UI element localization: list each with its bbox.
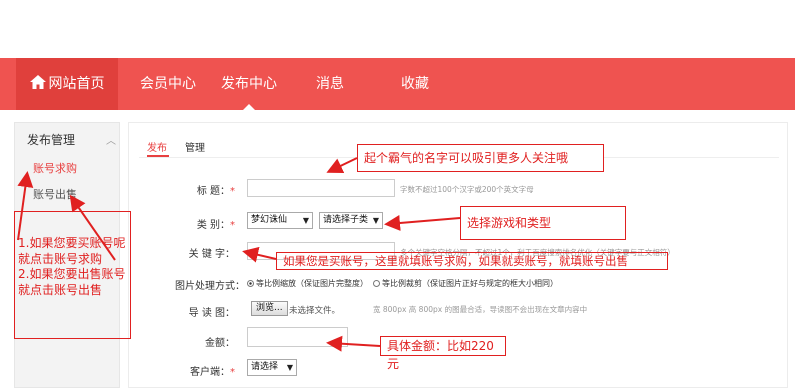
subcategory-select-value: 请选择子类 <box>323 215 369 225</box>
nav-member-center-label: 会员中心 <box>140 76 196 92</box>
client-select[interactable]: 请选择 ▼ <box>247 359 297 376</box>
nav-publish-center[interactable]: 发布中心 <box>214 58 284 110</box>
radio-scale[interactable]: 等比例缩放（保证图片完整度） <box>247 278 368 289</box>
radio-checked-icon <box>247 280 254 287</box>
guide-image-hint: 宽 800px 高 800px 的图最合适，导读图不会出现在文章内容中 <box>373 305 588 314</box>
no-file-text: 未选择文件。 <box>289 306 341 316</box>
sidebar-item-sell-account[interactable]: 账号出售 <box>33 186 77 202</box>
dropdown-arrow-icon: ▼ <box>302 216 309 225</box>
category-select[interactable]: 梦幻诛仙 ▼ <box>247 212 313 229</box>
required-mark: * <box>230 367 235 378</box>
home-icon <box>29 75 46 89</box>
tab-manage[interactable]: 管理 <box>185 139 205 154</box>
category-note: 选择游戏和类型 <box>460 206 626 240</box>
chevron-up-icon[interactable]: ︿ <box>106 132 116 147</box>
keyword-label: 关 键 字： <box>188 249 235 260</box>
nav-messages[interactable]: 消息 <box>305 58 355 110</box>
radio-scale-label: 等比例缩放（保证图片完整度） <box>256 279 368 288</box>
radio-crop-label: 等比例裁剪（保证图片正好与规定的框大小相同） <box>382 279 558 288</box>
amount-note: 具体金额：比如220元 <box>380 336 506 371</box>
dropdown-arrow-icon: ▼ <box>286 363 293 372</box>
sidebar-item-buy-account[interactable]: 账号求购 <box>33 160 77 176</box>
keyword-note: 如果您是买账号，这里就填账号求购，如果就卖账号，就填账号出售 <box>276 252 668 270</box>
nav-messages-label: 消息 <box>316 76 344 92</box>
radio-crop[interactable]: 等比例裁剪（保证图片正好与规定的框大小相同） <box>373 278 558 289</box>
amount-input[interactable] <box>247 327 348 347</box>
title-hint: 字数不超过100个汉字或200个英文字母 <box>400 185 534 194</box>
image-mode-label: 图片处理方式： <box>175 281 245 292</box>
title-note: 起个霸气的名字可以吸引更多人关注哦 <box>357 144 604 172</box>
category-select-value: 梦幻诛仙 <box>251 215 288 225</box>
dropdown-arrow-icon: ▼ <box>372 216 379 225</box>
sidebar-note: 1.如果您要买账号呢就点击账号求购 2.如果您要出售账号就点击账号出售 <box>18 236 126 297</box>
radio-unchecked-icon <box>373 280 380 287</box>
nav-home-label: 网站首页 <box>48 76 105 92</box>
title-label: 标 题：* <box>165 182 235 197</box>
title-label-text: 标 题： <box>196 186 230 197</box>
top-nav-bar: 网站首页 会员中心 发布中心 消息 收藏 <box>0 58 795 110</box>
title-input[interactable] <box>247 179 395 197</box>
nav-favorites-label: 收藏 <box>401 76 429 92</box>
nav-member-center[interactable]: 会员中心 <box>133 58 203 110</box>
subcategory-select[interactable]: 请选择子类 ▼ <box>319 212 383 229</box>
tab-publish[interactable]: 发布 <box>147 139 167 154</box>
client-label: 客户端：* <box>165 363 235 378</box>
sidebar-title: 发布管理 <box>27 133 76 147</box>
page: 网站首页 会员中心 发布中心 消息 收藏 发布管理 ︿ 账号求购 账号出售 发布… <box>0 0 795 388</box>
required-mark: * <box>230 186 235 197</box>
guide-image-label: 导 读 图： <box>188 308 235 319</box>
client-label-text: 客户端： <box>190 367 230 378</box>
nav-home[interactable]: 网站首页 <box>16 58 118 110</box>
client-select-value: 请选择 <box>251 362 279 372</box>
nav-favorites[interactable]: 收藏 <box>390 58 440 110</box>
amount-label: 金额： <box>205 338 235 349</box>
browse-button[interactable]: 浏览... <box>251 301 288 316</box>
required-mark: * <box>230 220 235 231</box>
category-label: 类 别：* <box>165 216 235 231</box>
active-caret-icon <box>243 104 255 110</box>
category-label-text: 类 别： <box>196 220 230 231</box>
nav-publish-center-label: 发布中心 <box>221 76 277 92</box>
